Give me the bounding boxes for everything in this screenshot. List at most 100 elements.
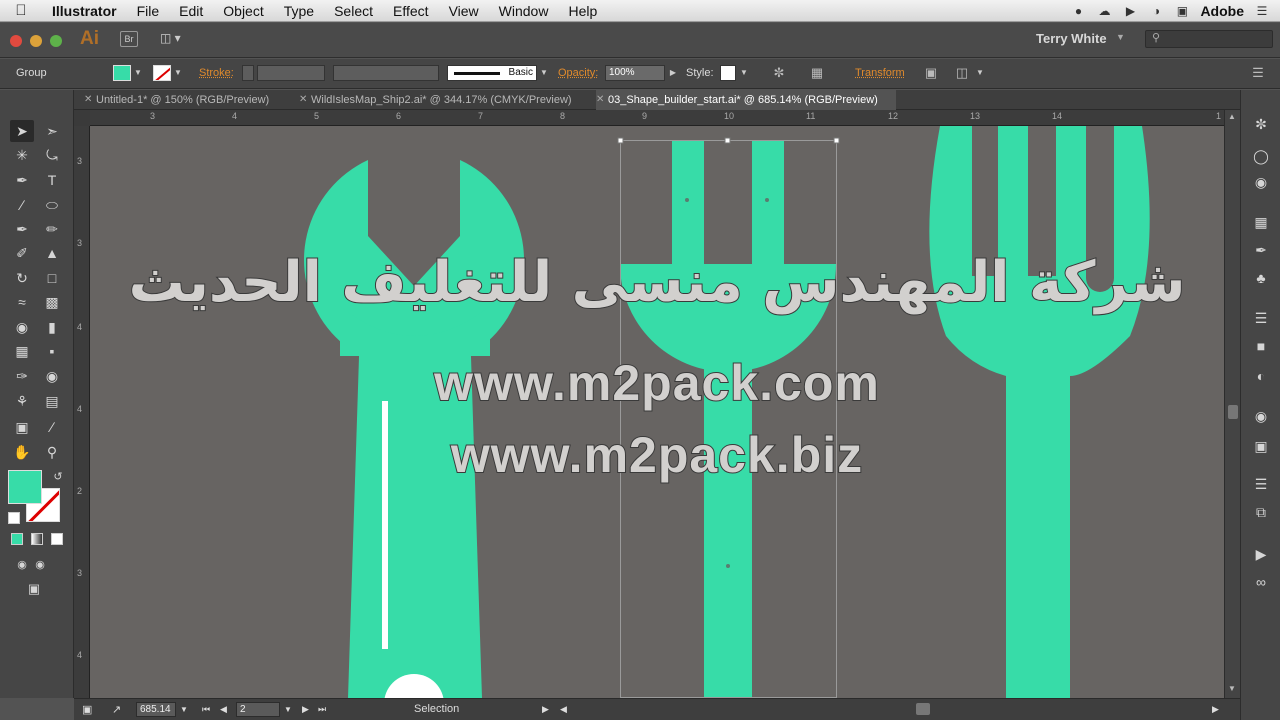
variable-width-profile[interactable] [333,65,439,81]
menu-effect[interactable]: Effect [383,3,439,19]
menu-app-name[interactable]: Illustrator [42,3,127,19]
rotate-icon[interactable]: ↻ [10,267,34,289]
brushes-panel-icon[interactable]: ✒ [1251,240,1271,260]
screen-mode-icon[interactable]: ▣ [22,578,46,600]
list-menu-icon[interactable]: ☰ [1254,4,1270,18]
slice-icon[interactable]: ∕ [40,416,64,438]
stroke-weight-stepper[interactable] [242,65,254,81]
adobe-menu[interactable]: Adobe [1200,3,1244,19]
fork-shape[interactable] [929,126,1150,698]
tab-shape-builder[interactable]: ✕ 03_Shape_builder_start.ai* @ 685.14% (… [596,90,896,110]
symbol-sprayer-icon[interactable]: ⚘ [10,390,34,412]
graphic-style-swatch[interactable] [720,65,736,81]
menu-help[interactable]: Help [558,3,607,19]
window-minimize-button[interactable] [30,35,42,47]
swatches-panel-icon[interactable]: ◯ [1251,146,1271,166]
artboard-canvas[interactable]: شركة المهندس منسى للتغليف الحديث www.m2p… [90,126,1224,698]
style-dropdown-arrow[interactable]: ▼ [739,65,749,81]
blob-brush-icon[interactable]: ✐ [10,242,34,264]
bridge-button[interactable]: Br [120,31,138,47]
artboards-panel-icon[interactable]: ⧉ [1251,502,1271,522]
scroll-down-icon[interactable]: ▼ [1228,684,1236,693]
eraser-icon[interactable]: ▲ [40,242,64,264]
previous-artboard-icon[interactable]: ◀ [220,704,227,715]
stroke-panel-link[interactable]: Stroke: [199,67,234,79]
menu-edit[interactable]: Edit [169,3,213,19]
stroke-weight-field[interactable] [257,65,325,81]
stroke-panel-icon[interactable]: ☰ [1251,308,1271,328]
stroke-swatch[interactable] [153,65,171,81]
scroll-left-icon[interactable]: ◀ [560,704,567,715]
type-icon[interactable]: T [40,169,64,191]
status-menu-arrow[interactable]: ▶ [542,704,549,715]
menu-select[interactable]: Select [324,3,383,19]
free-transform-icon[interactable]: ▩ [40,291,64,313]
color-panel-icon[interactable]: ✼ [1251,114,1271,134]
horizontal-ruler[interactable]: 3 4 5 6 7 8 9 10 11 12 13 14 1 [90,110,1224,126]
selection-tool-icon[interactable]: ➤ [10,120,34,142]
direct-selection-tool-icon[interactable]: ➣ [40,120,64,142]
vertical-ruler[interactable]: 3 3 4 4 2 3 4 [74,126,90,698]
stroke-dropdown-arrow[interactable]: ▼ [173,65,183,81]
lasso-icon[interactable]: ⤿ [40,144,64,166]
warp-icon[interactable]: ≈ [10,291,34,313]
scroll-right-icon[interactable]: ▶ [1212,704,1219,715]
zoom-icon[interactable]: ⚲ [40,441,64,463]
tab-untitled-1[interactable]: ✕ Untitled-1* @ 150% (RGB/Preview) [84,90,269,110]
chevron-down-icon[interactable]: ▼ [1116,32,1125,42]
hand-icon[interactable]: ✋ [10,441,34,463]
vertical-scroll-thumb[interactable] [1228,405,1238,419]
appearance-panel-icon[interactable]: ◉ [1251,406,1271,426]
isolate-group-icon[interactable]: ▣ [922,65,940,81]
color-mode-icon[interactable] [11,533,23,545]
artwork[interactable] [90,126,1224,698]
opacity-field[interactable]: 100% [605,65,665,81]
menu-type[interactable]: Type [274,3,324,19]
fill-dropdown-arrow[interactable]: ▼ [133,65,143,81]
draw-behind-icon[interactable]: ◉ [28,554,52,576]
color-guide-icon[interactable]: ◉ [1251,172,1271,192]
actions-panel-icon[interactable]: ▶ [1251,544,1271,564]
arrange-documents-icon[interactable]: ◫ ▾ [160,31,188,47]
menu-view[interactable]: View [439,3,489,19]
brush-dropdown-arrow[interactable]: ▼ [539,65,549,81]
transparency-panel-icon[interactable]: ◐ [1251,366,1271,386]
pencil-icon[interactable]: ✏ [40,218,64,240]
opacity-arrow[interactable]: ▶ [668,65,678,81]
fill-swatch[interactable] [113,65,131,81]
fill-color-box[interactable] [8,470,42,504]
artboard-navigator-icon[interactable]: ▣ [82,703,92,716]
paintbrush-icon[interactable]: ✒ [10,218,34,240]
artboard-number-field[interactable]: 2 [236,702,280,717]
pen-icon[interactable]: ✒ [10,169,34,191]
window-close-button[interactable] [10,35,22,47]
layers-panel-icon[interactable]: ☰ [1251,474,1271,494]
ruler-origin[interactable] [74,110,90,126]
artboard-dropdown-arrow[interactable]: ▼ [284,705,292,714]
gradient-icon[interactable]: ▪ [40,340,64,362]
window-zoom-button[interactable] [50,35,62,47]
help-search-input[interactable]: ⚲ [1145,30,1273,48]
tab-wildislesmap[interactable]: ✕ WildIslesMap_Ship2.ai* @ 344.17% (CMYK… [299,90,572,110]
grid-panel-icon[interactable]: ▦ [1251,212,1271,232]
zoom-level-field[interactable]: 685.14 [136,702,176,717]
magic-wand-icon[interactable]: ✳ [10,144,34,166]
close-icon[interactable]: ✕ [299,90,307,110]
graphic-styles-icon[interactable]: ▣ [1251,436,1271,456]
bell-icon[interactable]: ● [1070,4,1086,18]
arrange-dropdown-arrow[interactable]: ▼ [975,65,985,81]
zoom-dropdown-arrow[interactable]: ▼ [180,705,188,714]
wifi-icon[interactable]: ◑ [1148,4,1164,18]
apple-icon[interactable]:  [0,2,42,19]
ellipse-icon[interactable]: ⬭ [40,194,64,216]
close-icon[interactable]: ✕ [596,90,604,110]
gradient-mode-icon[interactable] [31,533,43,545]
mesh-icon[interactable]: ▦ [10,340,34,362]
workspace-switcher[interactable]: Terry White [1036,31,1107,46]
horizontal-scroll-thumb[interactable] [916,703,930,715]
swap-fill-stroke-icon[interactable]: ↺ [46,466,70,488]
eyedropper-icon[interactable]: ✑ [10,365,34,387]
screen-record-icon[interactable]: ▶ [1122,4,1138,18]
vertical-scrollbar[interactable]: ▲ ▼ [1224,110,1240,698]
shape-builder-icon[interactable]: ◉ [10,316,34,338]
